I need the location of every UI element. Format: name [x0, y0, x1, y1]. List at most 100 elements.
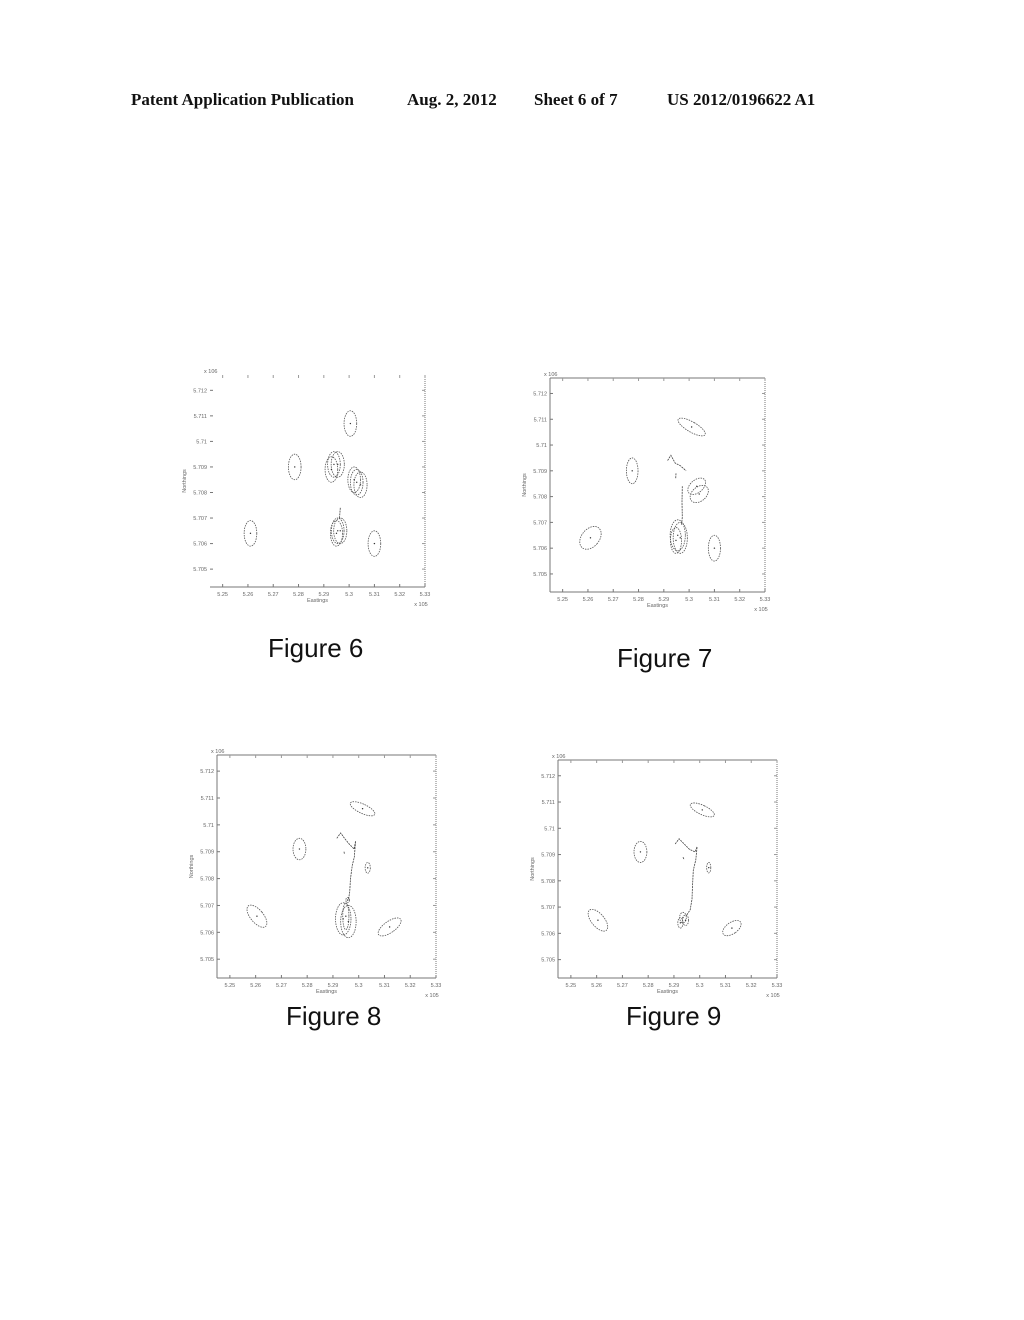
x-multiplier-label: x 105 — [754, 607, 767, 613]
ellipse-center-point — [679, 922, 682, 924]
y-tick-label: 5.712 — [200, 769, 214, 775]
x-tick-label: 5.32 — [405, 983, 416, 989]
x-tick-label: 5.25 — [566, 983, 577, 989]
ellipse-center-point — [335, 532, 338, 535]
ellipse-center-point — [373, 542, 376, 545]
ellipse-center-point — [294, 466, 296, 468]
y-tick-label: 5.711 — [201, 796, 214, 802]
figure-9-label: Figure 9 — [626, 1001, 722, 1031]
x-tick-label: 5.31 — [720, 983, 731, 989]
x-tick-label: 5.3 — [696, 983, 704, 989]
ellipse-center-point — [708, 866, 710, 869]
x-axis-label: Eastings — [316, 989, 337, 995]
plot-svg: 5.25 5.26 5.27 5.28 5.29 5.3 5.31 5.32 5.335.705… — [189, 749, 442, 999]
y-tick-label: 5.705 — [193, 567, 207, 573]
x-tick-label: 5.26 — [591, 983, 602, 989]
y-tick-label: 5.709 — [193, 465, 207, 471]
ellipse-center-point — [698, 493, 700, 495]
ellipse-center-point — [333, 463, 335, 466]
y-tick-label: 5.707 — [541, 905, 555, 911]
x-tick-label: 5.27 — [608, 597, 619, 603]
y-tick-label: 5.708 — [200, 877, 214, 883]
ellipse-center-point — [713, 547, 716, 549]
page-header: Patent Application Publication Aug. 2, 2… — [0, 90, 1024, 114]
x-tick-label: 5.31 — [709, 597, 720, 603]
track-path — [343, 851, 345, 855]
x-tick-label: 5.27 — [276, 983, 287, 989]
ellipse-center-point — [356, 481, 358, 483]
ellipse-center-point — [367, 867, 369, 869]
x-tick-label: 5.26 — [243, 592, 254, 598]
x-axis-label: Eastings — [657, 989, 678, 995]
ellipse-center-point — [337, 530, 339, 532]
ellipse-center-point — [589, 537, 592, 539]
y-tick-label: 5.712 — [193, 388, 207, 394]
x-tick-label: 5.3 — [355, 983, 363, 989]
y-tick-label: 5.706 — [541, 931, 555, 937]
y-tick-label: 5.71 — [196, 439, 207, 445]
y-tick-label: 5.705 — [541, 958, 555, 964]
plot-svg: 5.25 5.26 5.27 5.28 5.29 5.3 5.31 5.32 5.335.705… — [530, 754, 783, 999]
x-tick-label: 5.28 — [643, 983, 654, 989]
x-tick-label: 5.32 — [734, 597, 745, 603]
x-tick-label: 5.3 — [685, 597, 693, 603]
track-path — [682, 857, 685, 860]
y-tick-label: 5.707 — [533, 520, 547, 526]
y-tick-label: 5.705 — [200, 957, 214, 963]
ellipse-center-point — [701, 809, 703, 811]
y-tick-label: 5.711 — [194, 414, 207, 420]
figure-7-plot: 5.25 5.26 5.27 5.28 5.29 5.3 5.31 5.32 5.33 5.705… — [520, 370, 780, 615]
ellipse-center-point — [631, 470, 633, 472]
y-multiplier-label: x 106 — [544, 372, 557, 378]
x-tick-label: 5.31 — [369, 592, 380, 598]
y-tick-label: 5.707 — [200, 903, 214, 909]
sheet-number: Sheet 6 of 7 — [534, 90, 618, 109]
ellipse-center-point — [339, 530, 341, 532]
figure-8-label: Figure 8 — [286, 1001, 382, 1031]
ellipse-center-point — [690, 426, 693, 428]
x-tick-label: 5.25 — [225, 983, 236, 989]
y-tick-label: 5.708 — [533, 495, 547, 501]
x-tick-label: 5.27 — [268, 592, 279, 598]
x-tick-label: 5.32 — [394, 592, 405, 598]
track-path — [667, 454, 687, 472]
ellipse-center-point — [330, 468, 333, 471]
ellipse-center-point — [346, 899, 349, 901]
x-multiplier-label: x 105 — [766, 993, 779, 999]
figure-9-plot: 5.25 5.26 5.27 5.28 5.29 5.3 5.31 5.32 5.33 5.705… — [520, 750, 790, 1000]
x-tick-label: 5.3 — [345, 592, 353, 598]
track-path — [339, 507, 341, 519]
y-tick-label: 5.706 — [533, 546, 547, 552]
y-tick-label: 5.71 — [203, 823, 214, 829]
y-tick-label: 5.709 — [541, 853, 555, 859]
y-tick-label: 5.712 — [533, 391, 547, 397]
x-tick-label: 5.28 — [633, 597, 644, 603]
ellipse-center-point — [256, 915, 258, 917]
ellipse-center-point — [388, 926, 391, 928]
y-tick-label: 5.708 — [541, 879, 555, 885]
ellipse-center-point — [597, 919, 599, 921]
ellipse-center-point — [249, 532, 252, 535]
x-tick-label: 5.33 — [772, 983, 783, 989]
ellipse-center-point — [361, 808, 364, 810]
publication-date: Aug. 2, 2012 — [407, 90, 497, 109]
y-tick-label: 5.709 — [533, 469, 547, 475]
ellipse-center-point — [345, 915, 347, 917]
x-tick-label: 5.33 — [431, 983, 442, 989]
x-tick-label: 5.26 — [583, 597, 594, 603]
ellipse-center-point — [684, 919, 687, 921]
y-tick-label: 5.71 — [544, 826, 555, 832]
ellipse-center-point — [677, 534, 679, 536]
track-path — [336, 832, 356, 901]
x-axis-label: Eastings — [307, 598, 328, 604]
plot-svg: 5.25 5.26 5.27 5.28 5.29 5.3 5.31 5.32 5.335.705… — [182, 369, 431, 608]
y-tick-label: 5.711 — [534, 417, 547, 423]
y-tick-label: 5.71 — [536, 443, 547, 449]
y-tick-label: 5.708 — [193, 490, 207, 496]
figure-8-plot: 5.25 5.26 5.27 5.28 5.29 5.3 5.31 5.32 5.33 5.705… — [180, 745, 450, 999]
figure-7-label: Figure 7 — [617, 643, 713, 673]
x-tick-label: 5.33 — [420, 592, 431, 598]
y-multiplier-label: x 106 — [204, 369, 217, 375]
y-tick-label: 5.706 — [193, 542, 207, 548]
y-multiplier-label: x 106 — [211, 749, 224, 755]
